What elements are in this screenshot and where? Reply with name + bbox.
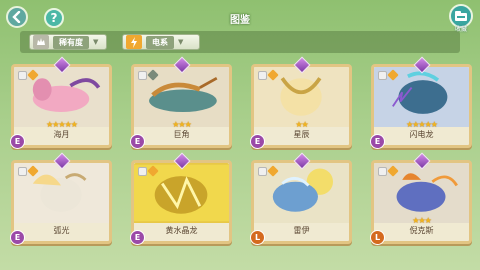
star-rating: ★★★ [172, 120, 192, 129]
pet-card[interactable]: ★★★ 倪克斯 L [370, 152, 472, 245]
grade-badge: E [10, 230, 25, 245]
type-badge-icon [258, 71, 267, 80]
rarity-filter-dropdown[interactable]: 稀有度 ▼ [29, 34, 107, 50]
type-badge-icon [138, 71, 147, 80]
pet-card[interactable]: ★★★★★ 闪电龙 E [370, 56, 472, 149]
pet-card[interactable]: ★★★★★ 海月 E [10, 56, 112, 149]
pet-grid: ★★★★★ 海月 E ★★★ 巨角 E ★★ 星辰 E ★★★★★ 闪电龙 E 弧光 E 黄水晶龙 E 雷伊 L ★… [8, 56, 472, 268]
grade-badge: E [130, 230, 145, 245]
grade-badge: E [370, 134, 385, 149]
pet-name: 雷伊 [293, 226, 310, 235]
type-badge-icon [378, 167, 387, 176]
pet-name: 倪克斯 [409, 226, 434, 235]
rarity-icon [33, 35, 49, 49]
star-rating: ★★★ [412, 216, 432, 225]
grade-badge: E [250, 134, 265, 149]
rarity-filter-label: 稀有度 [53, 35, 89, 49]
pet-name: 海月 [53, 130, 70, 139]
star-rating: ★★★★★ [46, 120, 78, 129]
star-rating: ★★★★★ [406, 120, 438, 129]
type-badge-icon [18, 167, 27, 176]
type-badge-icon [378, 71, 387, 80]
page-title: 图鉴 [230, 15, 250, 26]
pet-card[interactable]: ★★ 星辰 E [250, 56, 352, 149]
chevron-down-icon: ▼ [93, 38, 99, 46]
pet-card[interactable]: 黄水晶龙 E [130, 152, 232, 245]
grade-badge: L [370, 230, 385, 245]
pet-name: 黄水晶龙 [165, 226, 198, 235]
pet-card[interactable]: ★★★ 巨角 E [130, 56, 232, 149]
element-filter-dropdown[interactable]: 电系 ▼ [122, 34, 200, 50]
type-badge-icon [258, 167, 267, 176]
element-filter-label: 电系 [146, 35, 174, 49]
pet-name: 弧光 [53, 226, 70, 235]
type-badge-icon [18, 71, 27, 80]
type-badge-icon [138, 167, 147, 176]
filter-bar: 稀有度 ▼ 电系 ▼ [20, 31, 460, 53]
pet-card[interactable]: 弧光 E [10, 152, 112, 245]
star-rating: ★★ [295, 120, 308, 129]
grade-badge: E [10, 134, 25, 149]
collect-button[interactable]: 收藏 [448, 4, 474, 34]
pet-name: 星辰 [293, 130, 310, 139]
pet-name: 闪电龙 [409, 130, 434, 139]
grade-badge: E [130, 134, 145, 149]
chevron-down-icon: ▼ [178, 38, 184, 46]
pet-card[interactable]: 雷伊 L [250, 152, 352, 245]
lightning-icon [126, 35, 142, 49]
grade-badge: L [250, 230, 265, 245]
pet-name: 巨角 [173, 130, 190, 139]
